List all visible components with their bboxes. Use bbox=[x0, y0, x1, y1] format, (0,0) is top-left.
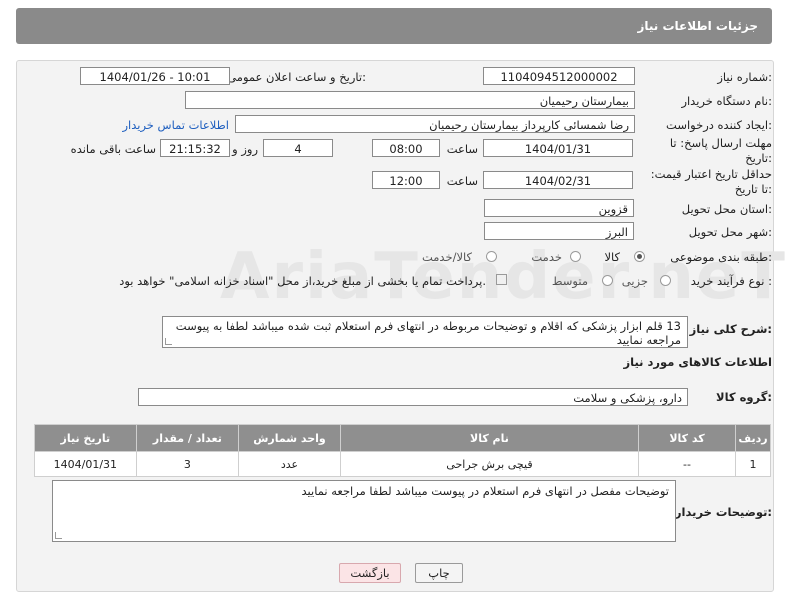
days-remaining-field[interactable]: 4 bbox=[263, 139, 333, 157]
treasury-payment-note: پرداخت تمام یا بخشی از مبلغ خرید،از محل … bbox=[119, 274, 486, 288]
category-option-goods: کالا bbox=[604, 250, 620, 264]
description-textarea[interactable]: 13 قلم ابزار پزشکی که اقلام و توضیحات مر… bbox=[162, 316, 688, 348]
category-radio-goods-service[interactable] bbox=[486, 251, 497, 262]
page-header-title: جزئیات اطلاعات نیاز bbox=[637, 19, 758, 33]
province-field[interactable]: قزوین bbox=[484, 199, 634, 217]
days-and-label: روز و bbox=[232, 142, 258, 156]
resize-handle[interactable] bbox=[55, 532, 62, 539]
city-field[interactable]: البرز bbox=[484, 222, 634, 240]
page-header: جزئیات اطلاعات نیاز bbox=[16, 8, 772, 44]
remaining-time-label: ساعت باقی مانده bbox=[70, 142, 156, 156]
process-radio-minor[interactable] bbox=[660, 275, 671, 286]
remaining-time-field[interactable]: 21:15:32 bbox=[160, 139, 230, 157]
need-number-label: شماره نیاز: bbox=[717, 70, 772, 84]
goods-group-field[interactable]: دارو، پزشکی و سلامت bbox=[138, 388, 688, 406]
resize-handle[interactable] bbox=[165, 338, 172, 345]
col-item-name: نام کالا bbox=[339, 424, 639, 452]
col-row-index: ردیف bbox=[735, 424, 771, 452]
announce-datetime-field[interactable]: 1404/01/26 - 10:01 bbox=[80, 67, 230, 85]
price-validity-label: حداقل تاریخ اعتبار قیمت: تا تاریخ: bbox=[650, 167, 772, 196]
treasury-payment-checkbox[interactable] bbox=[496, 274, 507, 285]
process-option-medium: متوسط bbox=[551, 274, 588, 288]
col-need-date: تاریخ نیاز bbox=[34, 424, 137, 452]
goods-table: تاریخ نیاز تعداد / مقدار واحد شمارش نام … bbox=[34, 424, 771, 477]
goods-group-label: گروه کالا: bbox=[716, 390, 772, 404]
cell-unit: عدد bbox=[238, 451, 341, 477]
reply-deadline-label: مهلت ارسال پاسخ: تا تاریخ: bbox=[669, 136, 772, 165]
creator-label: ایجاد کننده درخواست: bbox=[666, 118, 772, 132]
buyer-notes-text: توضیحات مفصل در انتهای فرم استعلام در پی… bbox=[301, 484, 669, 498]
need-number-field[interactable]: 1104094512000002 bbox=[483, 67, 635, 85]
reply-date-field[interactable]: 1404/01/31 bbox=[483, 139, 633, 157]
buyer-org-field[interactable]: بیمارستان رحیمیان bbox=[185, 91, 635, 109]
price-validity-time-field[interactable]: 12:00 bbox=[372, 171, 440, 189]
category-radio-service[interactable] bbox=[570, 251, 581, 262]
process-radio-medium[interactable] bbox=[602, 275, 613, 286]
process-option-minor: جزیی bbox=[621, 274, 648, 288]
price-validity-date-field[interactable]: 1404/02/31 bbox=[483, 171, 633, 189]
category-option-service: خدمت bbox=[531, 250, 562, 264]
table-row[interactable]: 1404/01/31 3 عدد قیچی برش جراحی -- 1 bbox=[34, 451, 771, 477]
price-time-label: ساعت bbox=[446, 174, 478, 188]
cell-item-name: قیچی برش جراحی bbox=[339, 451, 639, 477]
buyer-notes-label: توضیحات خریدار: bbox=[674, 505, 772, 519]
description-text: 13 قلم ابزار پزشکی که اقلام و توضیحات مر… bbox=[175, 319, 681, 347]
process-label: نوع فرآیند خرید : bbox=[690, 274, 772, 288]
reply-time-field[interactable]: 08:00 bbox=[372, 139, 440, 157]
buyer-contact-link[interactable]: اطلاعات تماس خریدار bbox=[122, 118, 229, 132]
category-radio-goods[interactable] bbox=[634, 251, 645, 262]
category-label: طبقه بندی موضوعی: bbox=[670, 250, 772, 264]
category-option-goods-service: کالا/خدمت bbox=[421, 250, 472, 264]
creator-field[interactable]: رضا شمسائی کارپرداز بیمارستان رحیمیان bbox=[235, 115, 635, 133]
announce-label: تاریخ و ساعت اعلان عمومی: bbox=[227, 70, 366, 84]
reply-time-label: ساعت bbox=[446, 142, 478, 156]
print-button[interactable]: چاپ bbox=[415, 563, 463, 583]
province-label: استان محل تحویل: bbox=[681, 202, 772, 216]
cell-need-date: 1404/01/31 bbox=[34, 451, 137, 477]
col-item-code: کد کالا bbox=[637, 424, 737, 452]
goods-section-title: اطلاعات کالاهای مورد نیاز bbox=[623, 355, 772, 369]
cell-quantity: 3 bbox=[135, 451, 240, 477]
col-unit: واحد شمارش bbox=[238, 424, 341, 452]
description-label: شرح کلی نیاز: bbox=[689, 322, 772, 336]
goods-table-header: تاریخ نیاز تعداد / مقدار واحد شمارش نام … bbox=[34, 424, 771, 452]
buyer-notes-textarea[interactable]: توضیحات مفصل در انتهای فرم استعلام در پی… bbox=[52, 480, 676, 542]
col-quantity: تعداد / مقدار bbox=[135, 424, 240, 452]
back-button[interactable]: بازگشت bbox=[339, 563, 401, 583]
cell-row-index: 1 bbox=[735, 451, 771, 477]
city-label: شهر محل تحویل: bbox=[688, 225, 772, 239]
cell-item-code: -- bbox=[637, 451, 737, 477]
buyer-org-label: نام دستگاه خریدار: bbox=[681, 94, 772, 108]
